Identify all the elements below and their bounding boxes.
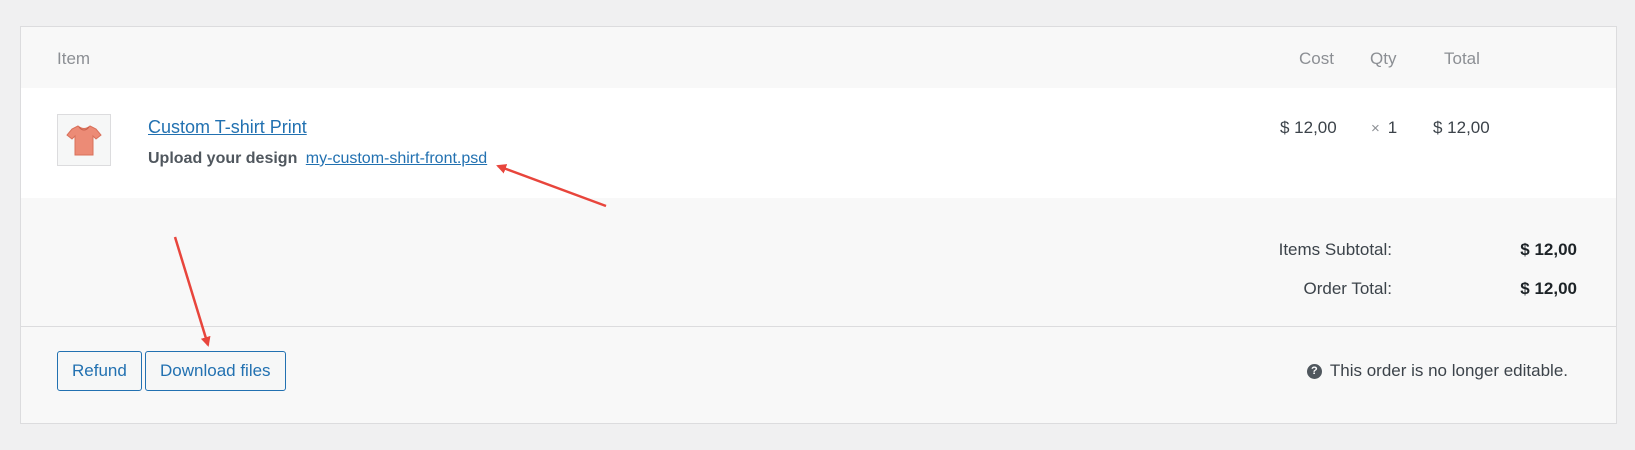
- order-totals: Items Subtotal: $ 12,00 Order Total: $ 1…: [21, 198, 1616, 327]
- header-qty[interactable]: Qty: [1370, 49, 1396, 69]
- header-item[interactable]: Item: [57, 49, 90, 69]
- tshirt-icon: [66, 125, 102, 156]
- item-meta: Upload your design my-custom-shirt-front…: [148, 150, 487, 168]
- refund-button[interactable]: Refund: [57, 351, 142, 391]
- multiply-symbol: ×: [1371, 120, 1380, 137]
- item-cost: $ 12,00: [1280, 118, 1337, 137]
- order-total-label: Order Total:: [1303, 279, 1392, 298]
- header-cost[interactable]: Cost: [1299, 49, 1334, 69]
- notice-text: This order is no longer editable.: [1329, 361, 1568, 380]
- item-qty: × 1: [1371, 118, 1397, 138]
- product-thumbnail: [57, 114, 111, 166]
- upload-design-label: Upload your design: [148, 150, 298, 167]
- download-files-button[interactable]: Download files: [145, 351, 286, 391]
- not-editable-notice: ? This order is no longer editable.: [1306, 361, 1568, 381]
- order-total-value: $ 12,00: [1520, 279, 1577, 298]
- help-icon[interactable]: ?: [1306, 363, 1322, 379]
- items-subtotal-value: $ 12,00: [1520, 240, 1577, 259]
- header-total[interactable]: Total: [1444, 49, 1480, 69]
- order-actions: Refund Download files ? This order is no…: [21, 327, 1616, 423]
- items-subtotal-label: Items Subtotal:: [1278, 240, 1392, 259]
- order-items-panel: Item Cost Qty Total Custom T-shirt Print…: [20, 26, 1617, 424]
- table-row: Custom T-shirt Print Upload your design …: [21, 88, 1616, 199]
- item-total: $ 12,00: [1433, 118, 1490, 137]
- table-header: Item Cost Qty Total: [21, 27, 1616, 88]
- product-name-link[interactable]: Custom T-shirt Print: [148, 117, 307, 138]
- uploaded-file-link[interactable]: my-custom-shirt-front.psd: [306, 150, 487, 167]
- qty-value: 1: [1387, 118, 1398, 137]
